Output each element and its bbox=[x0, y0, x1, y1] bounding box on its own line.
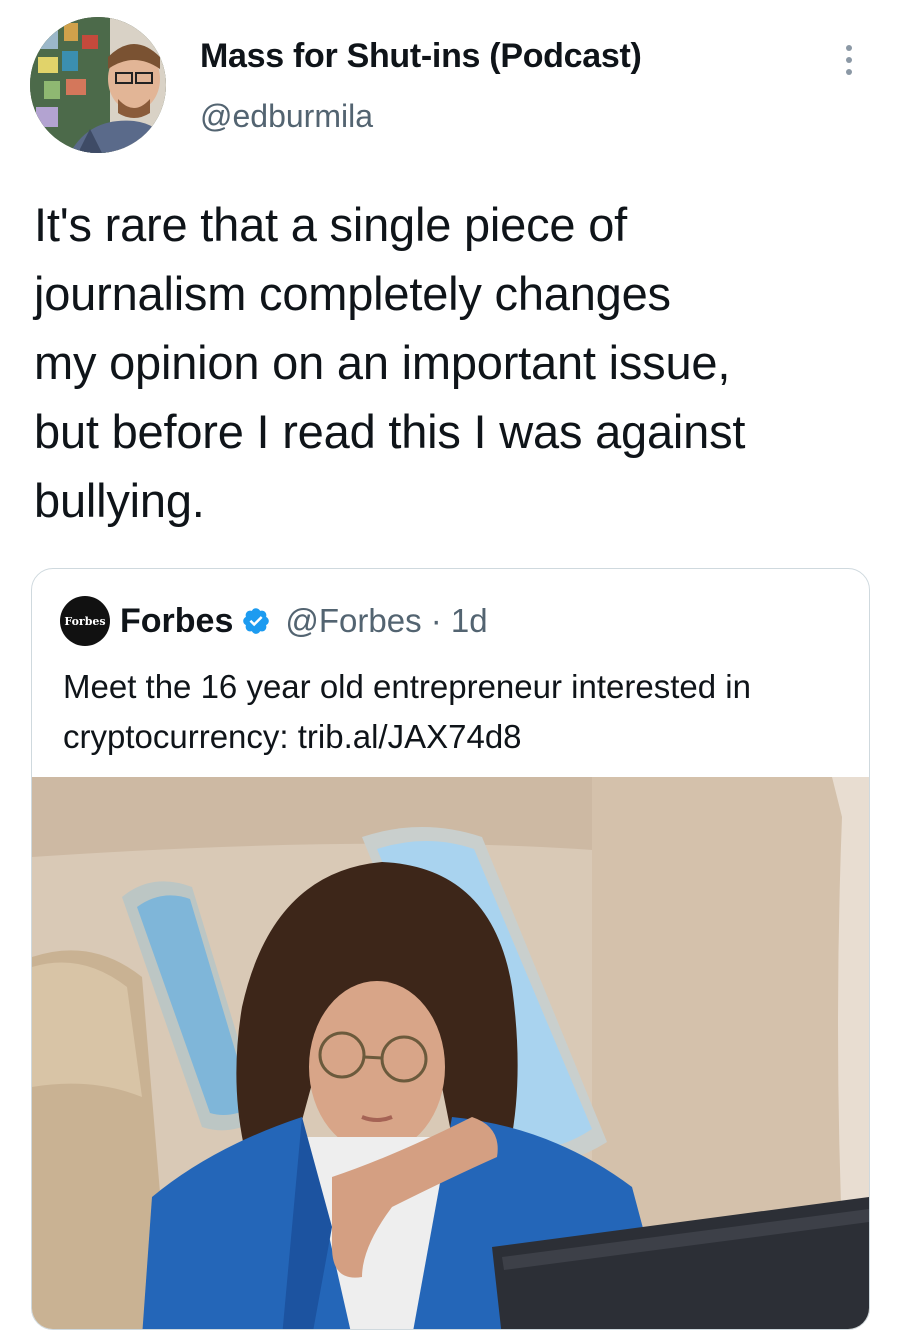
quoted-text-line[interactable]: cryptocurrency: trib.al/JAX74d8 bbox=[63, 712, 863, 762]
verified-badge-icon bbox=[243, 608, 270, 634]
quoted-handle-and-time[interactable]: @Forbes · 1d bbox=[285, 602, 487, 640]
tweet-header: Mass for Shut-ins (Podcast) @edburmila bbox=[0, 0, 899, 170]
forbes-logo-text: Forbes bbox=[64, 614, 106, 628]
more-options-button[interactable] bbox=[832, 40, 866, 80]
quoted-tweet-card[interactable]: Forbes Forbes @Forbes · 1d Meet the 16 y… bbox=[31, 568, 870, 1330]
tweet-text-line: It's rare that a single piece of bbox=[34, 198, 628, 251]
author-display-name[interactable]: Mass for Shut-ins (Podcast) bbox=[200, 37, 642, 76]
tweet-text: It's rare that a single piece of journal… bbox=[34, 190, 884, 535]
more-vertical-icon bbox=[846, 45, 852, 51]
more-vertical-icon-dot bbox=[846, 57, 852, 63]
author-handle[interactable]: @edburmila bbox=[200, 98, 373, 135]
tweet-text-line: bullying. bbox=[34, 474, 205, 527]
tweet-text-line: journalism completely changes bbox=[34, 267, 671, 320]
tweet-text-line: but before I read this I was against bbox=[34, 405, 746, 458]
quoted-author-name[interactable]: Forbes bbox=[120, 602, 233, 641]
quoted-text-line: Meet the 16 year old entrepreneur intere… bbox=[63, 668, 751, 705]
quoted-tweet-header: Forbes Forbes @Forbes · 1d bbox=[60, 596, 488, 646]
quoted-tweet-image[interactable] bbox=[32, 777, 869, 1329]
tweet-text-line: my opinion on an important issue, bbox=[34, 336, 731, 389]
forbes-avatar[interactable]: Forbes bbox=[60, 596, 110, 646]
more-vertical-icon-dot bbox=[846, 69, 852, 75]
author-avatar[interactable] bbox=[30, 17, 166, 153]
quoted-tweet-text: Meet the 16 year old entrepreneur intere… bbox=[63, 662, 863, 762]
